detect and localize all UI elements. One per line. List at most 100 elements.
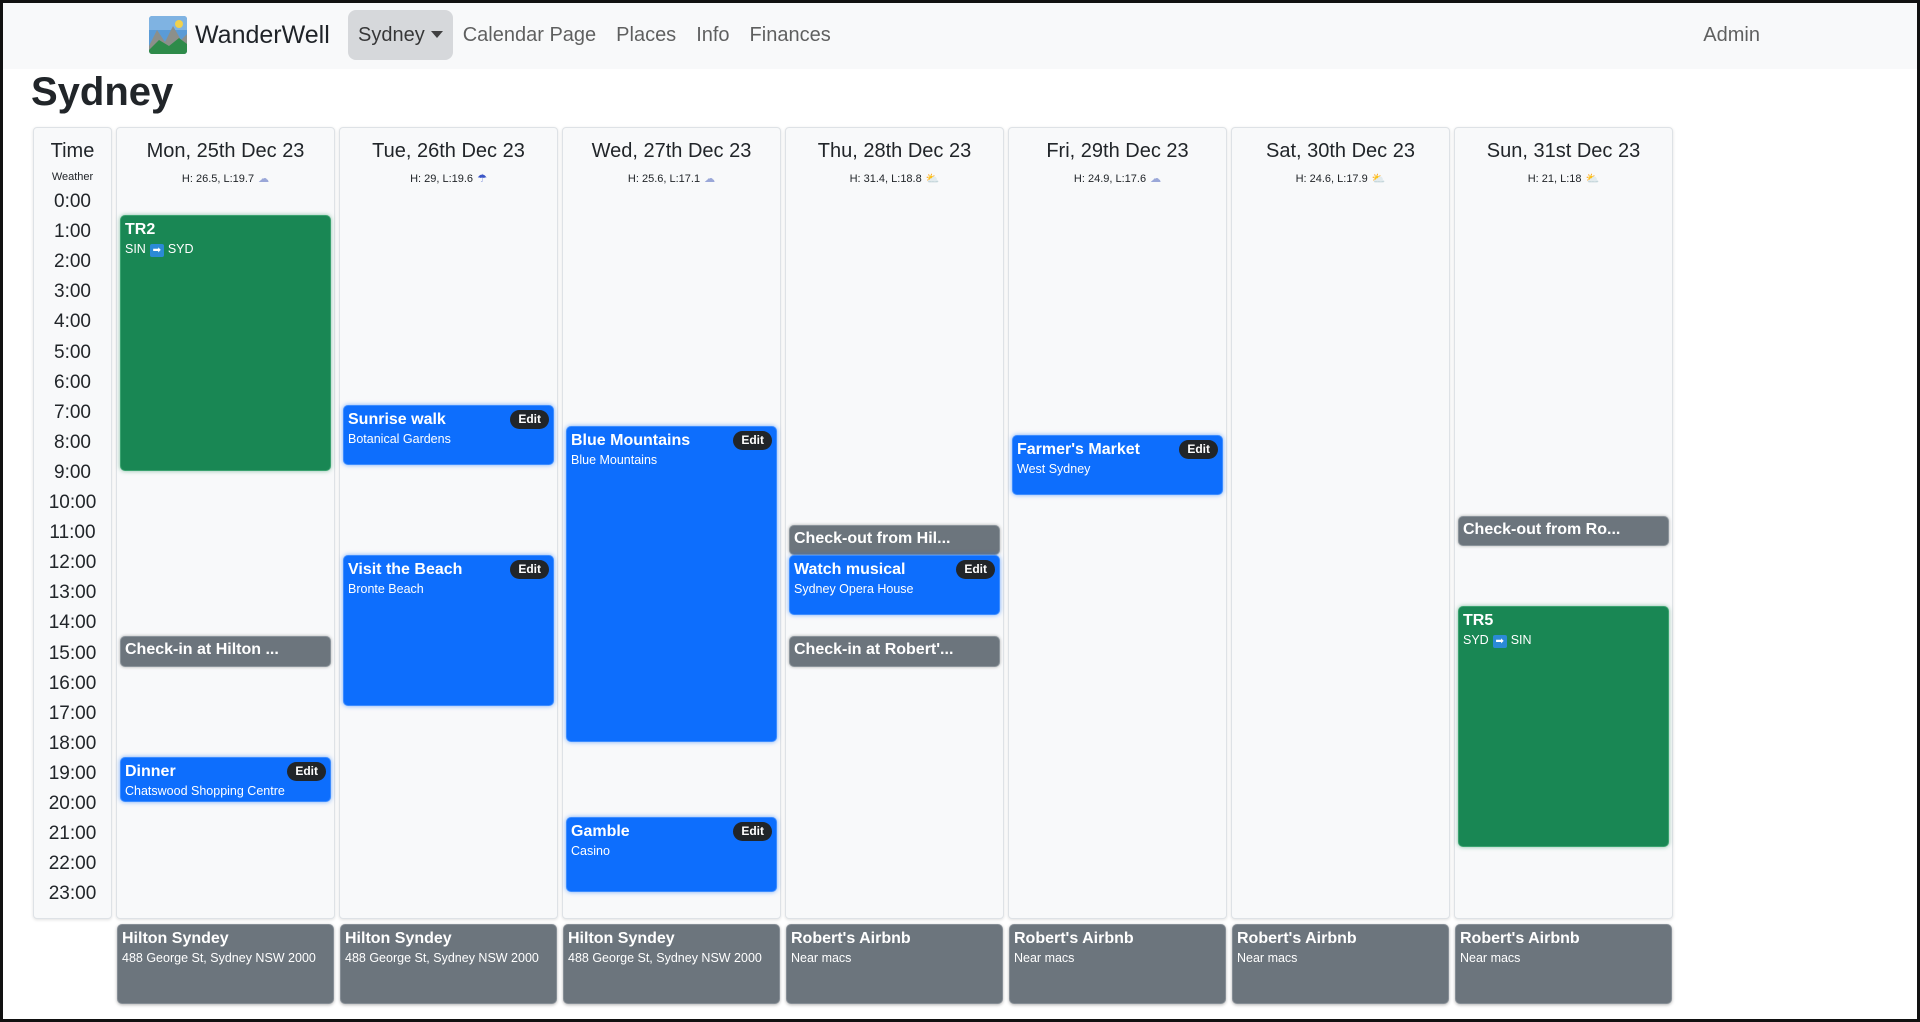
day-date: Mon, 25th Dec 23 [146,140,305,162]
day-column: Thu, 28th Dec 23 H: 31.4, L:18.8 ⛅ Check-ou… [785,127,1004,919]
event-title: TR5 [1463,612,1494,630]
navbar: WanderWell Sydney Calendar Page Places I… [0,0,1920,69]
day-date: Sun, 31st Dec 23 [1486,140,1641,162]
sun-cloud-icon: ⛅ [925,173,940,185]
accommodation-card[interactable]: Robert's Airbnb Near macs [1009,924,1226,1004]
activity-event[interactable]: Farmer's Market West Sydney Edit [1012,434,1223,495]
city-dropdown[interactable]: Sydney [348,10,453,60]
brand-name: WanderWell [195,20,330,49]
day-weather: H: 25.6, L:17.1 ☁ [563,172,780,185]
weather-text: H: 24.9, L:17.6 [1073,173,1147,185]
hour-label: 12:00 [48,552,97,574]
accommodation-name: Hilton Syndey [345,930,452,947]
nav-finances[interactable]: Finances [740,10,841,60]
caret-down-icon [430,31,443,38]
travel-event[interactable]: TR2 SIN ➡ SYD [120,215,331,471]
hour-label: 4:00 [54,311,91,333]
cloud-icon: ☁ [1150,173,1162,185]
activity-event[interactable]: Sunrise walk Botanical Gardens Edit [343,404,554,465]
day-column: Wed, 27th Dec 23 H: 25.6, L:17.1 ☁ Blue Mou… [562,127,781,919]
cloud-icon: ☁ [258,173,270,185]
nav-calendar-page[interactable]: Calendar Page [453,10,606,60]
logo-icon [149,16,187,54]
day-date: Tue, 26th Dec 23 [372,140,525,162]
accommodation-card[interactable]: Hilton Syndey 488 George St, Sydney NSW 2… [340,924,557,1004]
event-location: Blue Mountains [571,452,658,467]
day-date: Wed, 27th Dec 23 [591,140,752,162]
weather-text: H: 26.5, L:19.7 [181,173,255,185]
event-location: Bronte Beach [348,582,424,597]
hour-label: 13:00 [48,582,97,604]
hour-label: 11:00 [49,522,96,544]
activity-event[interactable]: Dinner Chatswood Shopping Centre Edit [120,756,331,802]
route-from: SYD [1463,633,1489,648]
stay-event[interactable]: Check-out from Ro... [1458,516,1669,547]
event-title: Check-in at Robert'... [794,641,954,659]
weather-text: H: 21, L:18 [1527,173,1582,185]
activity-event[interactable]: Blue Mountains Blue Mountains Edit [566,425,777,742]
stay-event[interactable]: Check-in at Robert'... [789,636,1000,667]
activity-event[interactable]: Watch musical Sydney Opera House Edit [789,555,1000,616]
event-title: Check-out from Hil... [794,530,951,548]
stay-event[interactable]: Check-out from Hil... [789,525,1000,556]
weather-text: H: 24.6, L:17.9 [1295,173,1368,185]
hour-label: 22:00 [48,853,97,875]
hour-label: 14:00 [48,612,97,634]
accommodation-card[interactable]: Hilton Syndey 488 George St, Sydney NSW 2… [563,924,780,1004]
day-weather: H: 31.4, L:18.8 ⛅ [786,172,1003,185]
accommodation-name: Hilton Syndey [568,930,675,947]
hour-label: 19:00 [48,762,97,784]
event-title: Farmer's Market [1017,440,1140,458]
day-date: Sat, 30th Dec 23 [1266,140,1415,162]
accommodation-address: 488 George St, Sydney NSW 2000 [122,951,316,965]
sun-cloud-icon: ⛅ [1371,173,1386,185]
hour-label: 9:00 [54,461,91,483]
arrow-right-icon: ➡ [1492,635,1507,649]
activity-event[interactable]: Gamble Casino Edit [566,817,777,893]
edit-button[interactable]: Edit [733,822,772,842]
hour-label: 21:00 [48,823,97,845]
nav-places[interactable]: Places [606,10,686,60]
accommodation-card[interactable]: Robert's Airbnb Near macs [1232,924,1449,1004]
travel-event[interactable]: TR5 SYD ➡ SIN [1458,606,1669,848]
accommodation-card[interactable]: Robert's Airbnb Near macs [786,924,1003,1004]
edit-button[interactable]: Edit [510,560,549,580]
accommodation-name: Hilton Syndey [122,930,229,947]
hour-label: 18:00 [48,732,97,754]
sun-cloud-icon: ⛅ [1585,173,1600,185]
event-location: Botanical Gardens [348,431,451,446]
edit-button[interactable]: Edit [287,761,326,781]
admin-link[interactable]: Admin [1703,10,1760,60]
rain-cloud-icon: ☂ [477,173,487,185]
accommodation-address: Near macs [1014,951,1075,965]
event-title: Visit the Beach [348,561,463,579]
hour-label: 10:00 [48,492,97,513]
event-title: Blue Mountains [571,431,691,449]
event-title: Gamble [571,823,630,841]
day-column: Mon, 25th Dec 23 H: 26.5, L:19.7 ☁ TR2 SIN ➡ S… [116,127,335,919]
day-column: Fri, 29th Dec 23 H: 24.9, L:17.6 ☁ Farmer's… [1008,127,1227,919]
edit-button[interactable]: Edit [510,409,549,429]
accommodation-name: Robert's Airbnb [1237,930,1357,947]
edit-button[interactable]: Edit [956,560,995,580]
nav-info[interactable]: Info [686,10,739,60]
stay-event[interactable]: Check-in at Hilton ... [120,636,331,667]
day-weather: H: 24.9, L:17.6 ☁ [1009,172,1226,185]
activity-event[interactable]: Visit the Beach Bronte Beach Edit [343,555,554,706]
edit-button[interactable]: Edit [1179,439,1218,459]
day-date: Fri, 29th Dec 23 [1046,140,1189,162]
event-title: Check-in at Hilton ... [125,641,279,659]
hour-label: 0:00 [54,191,91,212]
event-location: Sydney Opera House [794,582,914,597]
edit-button[interactable]: Edit [733,430,772,450]
day-weather: H: 29, L:19.6 ☂ [340,172,557,185]
brand[interactable]: WanderWell [149,16,330,54]
hour-label: 15:00 [48,642,97,664]
route-to: SIN [1510,633,1532,648]
arrow-right-icon: ➡ [149,244,164,258]
accommodation-card[interactable]: Hilton Syndey 488 George St, Sydney NSW 2… [117,924,334,1004]
accommodation-card[interactable]: Robert's Airbnb Near macs [1455,924,1672,1004]
time-column: Time Weather 0:00 1:00 2:00 3:00 4:00 5:00 6:0… [33,127,112,919]
day-column: Sun, 31st Dec 23 H: 21, L:18 ⛅ Check-out fr… [1454,127,1673,919]
hour-label: 23:00 [48,883,97,905]
